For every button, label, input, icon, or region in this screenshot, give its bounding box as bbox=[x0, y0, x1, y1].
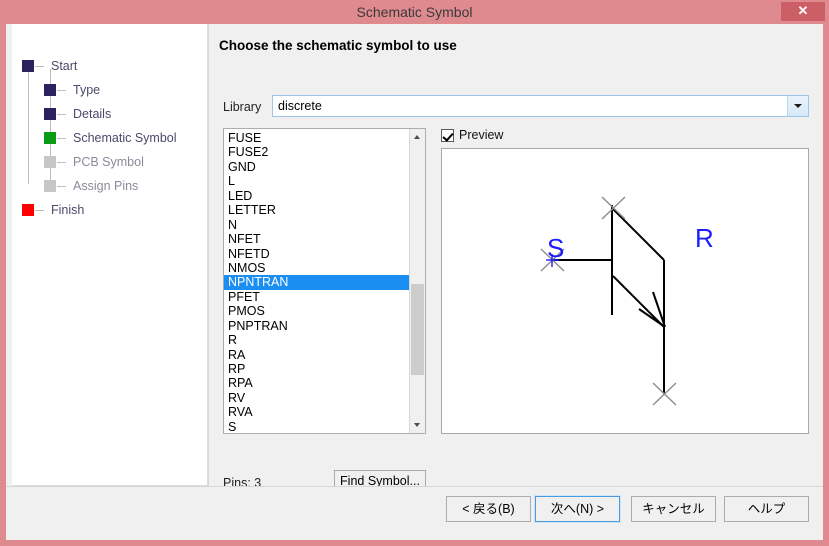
list-item[interactable]: LED bbox=[224, 189, 410, 203]
main-pane: Choose the schematic symbol to use Libra… bbox=[208, 24, 823, 493]
sidebar-item-label: Start bbox=[51, 59, 78, 73]
list-item[interactable]: N bbox=[224, 218, 410, 232]
emitter-wire bbox=[612, 275, 665, 394]
chevron-down-icon[interactable] bbox=[787, 96, 808, 116]
page-title: Choose the schematic symbol to use bbox=[219, 38, 457, 53]
tree-connector bbox=[57, 138, 66, 139]
library-value: discrete bbox=[278, 99, 322, 113]
sidebar-item-label: Finish bbox=[51, 203, 85, 217]
list-item[interactable]: NFET bbox=[224, 232, 410, 246]
cancel-button[interactable]: キャンセル bbox=[631, 496, 716, 522]
step-marker-icon bbox=[44, 84, 56, 96]
pin-label-s: S bbox=[547, 233, 564, 263]
tree-connector bbox=[57, 186, 66, 187]
emitter-arrowhead bbox=[638, 291, 666, 328]
dialog-footer: < 戻る(B) 次へ(N) > キャンセル ヘルプ bbox=[6, 486, 823, 540]
wizard-tree: Start Type Details Schematic Symbol PCB … bbox=[12, 24, 208, 486]
step-marker-icon bbox=[44, 132, 56, 144]
list-item[interactable]: NFETD bbox=[224, 247, 410, 261]
help-button[interactable]: ヘルプ bbox=[724, 496, 809, 522]
pin-label-r: R bbox=[695, 223, 714, 253]
list-item[interactable]: S bbox=[224, 420, 410, 433]
list-item[interactable]: RA bbox=[224, 348, 410, 362]
pin-mark-collector bbox=[601, 196, 626, 220]
scroll-up-icon[interactable] bbox=[410, 129, 425, 145]
wizard-steps-sidebar: Start Type Details Schematic Symbol PCB … bbox=[12, 24, 208, 486]
tree-connector bbox=[57, 114, 66, 115]
tree-connector bbox=[57, 162, 66, 163]
preview-checkbox[interactable] bbox=[441, 129, 454, 142]
tree-connector bbox=[35, 66, 44, 67]
sidebar-item-label: PCB Symbol bbox=[73, 155, 144, 169]
list-item[interactable]: L bbox=[224, 174, 410, 188]
preview-label: Preview bbox=[459, 128, 504, 142]
tree-connector bbox=[35, 210, 44, 211]
step-marker-icon bbox=[44, 108, 56, 120]
listbox-scrollbar[interactable] bbox=[409, 129, 425, 433]
list-item[interactable]: R bbox=[224, 333, 410, 347]
back-button[interactable]: < 戻る(B) bbox=[446, 496, 531, 522]
symbol-preview-canvas: S R bbox=[441, 148, 809, 434]
next-button[interactable]: 次へ(N) > bbox=[534, 495, 621, 523]
sidebar-item-label: Assign Pins bbox=[73, 179, 139, 193]
symbol-list: FUSE FUSE2 GND L LED LETTER N NFET NFETD… bbox=[224, 131, 410, 433]
tree-spine-line bbox=[28, 65, 29, 184]
list-item-selected[interactable]: NPNTRAN bbox=[224, 275, 410, 290]
title-bar: Schematic Symbol ✕ bbox=[0, 0, 829, 24]
list-item[interactable]: RV bbox=[224, 391, 410, 405]
window-title: Schematic Symbol bbox=[356, 4, 473, 20]
collector-wire bbox=[612, 208, 665, 326]
sidebar-item-label: Details bbox=[73, 107, 112, 121]
symbol-listbox[interactable]: FUSE FUSE2 GND L LED LETTER N NFET NFETD… bbox=[223, 128, 426, 434]
list-item[interactable]: FUSE2 bbox=[224, 145, 410, 159]
library-combobox[interactable]: discrete bbox=[272, 95, 809, 117]
scroll-down-icon[interactable] bbox=[410, 417, 425, 433]
schematic-symbol-dialog: Schematic Symbol ✕ Start Type Details Sc… bbox=[0, 0, 829, 546]
list-item[interactable]: PNPTRAN bbox=[224, 319, 410, 333]
tree-connector bbox=[57, 90, 66, 91]
step-marker-icon bbox=[22, 204, 34, 216]
close-button[interactable]: ✕ bbox=[781, 2, 825, 21]
list-item[interactable]: FUSE bbox=[224, 131, 410, 145]
close-icon: ✕ bbox=[797, 3, 809, 18]
scrollbar-thumb[interactable] bbox=[411, 284, 424, 375]
list-item[interactable]: RPA bbox=[224, 376, 410, 390]
list-item[interactable]: LETTER bbox=[224, 203, 410, 217]
sidebar-item-label: Type bbox=[73, 83, 101, 97]
list-item[interactable]: GND bbox=[224, 160, 410, 174]
list-item[interactable]: RVA bbox=[224, 405, 410, 419]
step-marker-icon bbox=[44, 156, 56, 168]
list-item[interactable]: PMOS bbox=[224, 304, 410, 318]
library-label: Library bbox=[223, 100, 262, 114]
sidebar-item-label: Schematic Symbol bbox=[73, 131, 177, 145]
dialog-client-area: Start Type Details Schematic Symbol PCB … bbox=[6, 24, 823, 540]
npn-transistor-drawing: S R bbox=[540, 196, 714, 406]
list-item[interactable]: PFET bbox=[224, 290, 410, 304]
step-marker-icon bbox=[22, 60, 34, 72]
list-item[interactable]: RP bbox=[224, 362, 410, 376]
step-marker-icon bbox=[44, 180, 56, 192]
list-item[interactable]: NMOS bbox=[224, 261, 410, 275]
